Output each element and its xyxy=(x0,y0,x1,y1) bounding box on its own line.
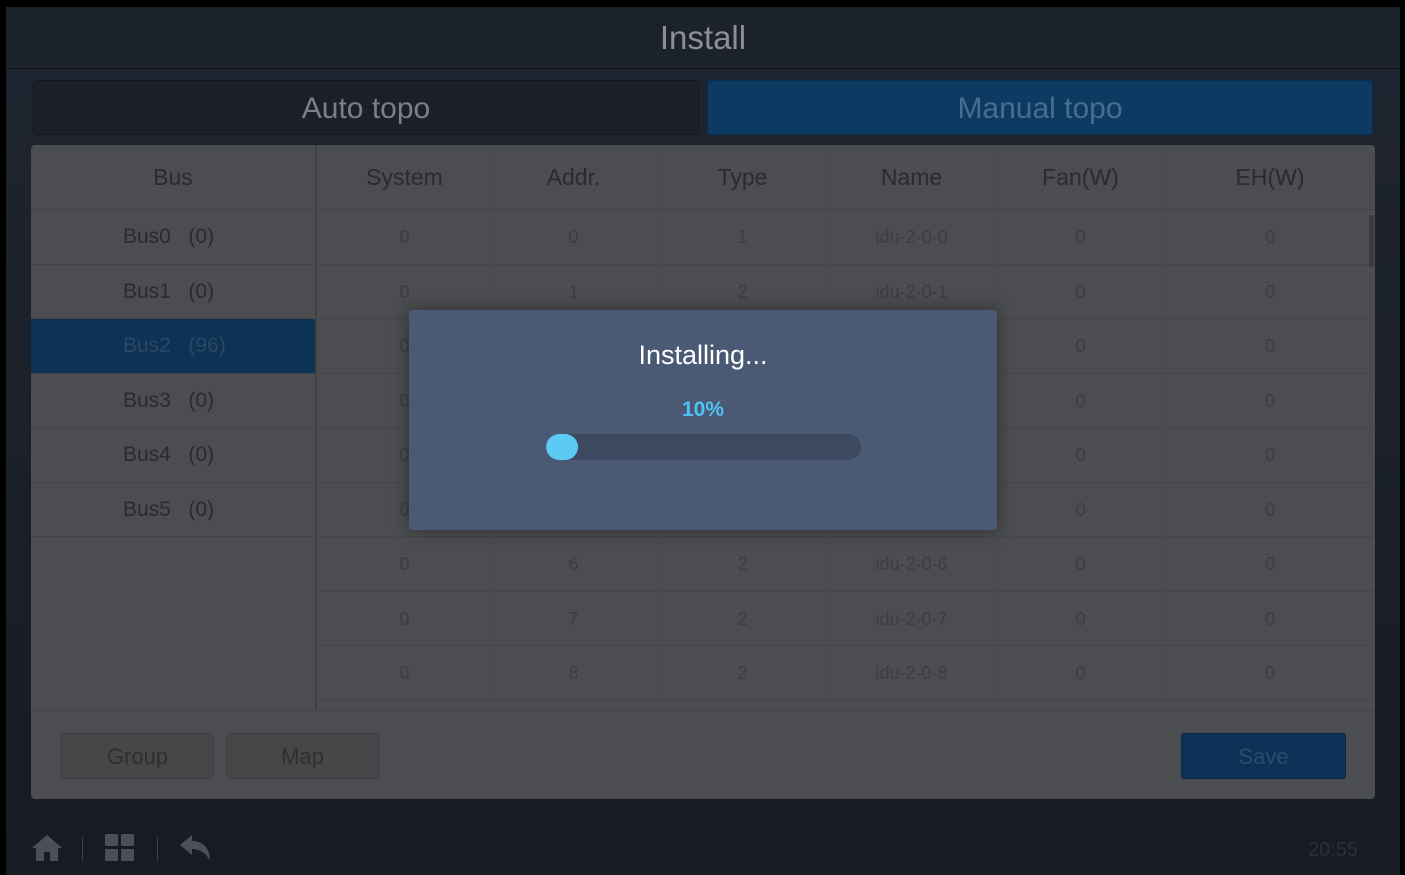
header: Install xyxy=(6,7,1400,69)
progress-bar xyxy=(546,434,861,460)
bus-count: (0) xyxy=(188,279,215,303)
bus-count: (0) xyxy=(188,497,215,521)
tab-auto-topo[interactable]: Auto topo xyxy=(33,80,699,135)
table-cell: 0 xyxy=(491,210,657,264)
table-cell: 0 xyxy=(1264,336,1275,356)
column-header-type: Type xyxy=(657,145,829,209)
tab-manual-topo[interactable]: Manual topo xyxy=(707,80,1373,135)
table-cell: 0 xyxy=(995,482,1167,536)
table-cell: 1 xyxy=(657,210,829,264)
table-cell: 0 xyxy=(995,373,1167,427)
divider xyxy=(31,710,1375,711)
bus-name: Bus1 xyxy=(123,279,171,303)
clock: 20:55 xyxy=(1307,839,1358,861)
table-cell: 0 xyxy=(995,319,1167,373)
home-icon[interactable] xyxy=(30,833,64,868)
bottom-bar: 20:55 xyxy=(6,809,1400,875)
bus-list-header: Bus xyxy=(31,145,315,210)
table-cell: 0 xyxy=(319,537,491,591)
table-cell: 7 xyxy=(491,591,657,645)
column-header-eh: EH(W) xyxy=(1235,164,1305,190)
dialog-title: Installing... xyxy=(638,340,768,370)
bus-name: Bus3 xyxy=(123,388,171,412)
table-cell: idu-2-0-8 xyxy=(829,646,995,700)
bus-item-4[interactable]: Bus4 (0) xyxy=(31,428,315,483)
table-scrollbar[interactable] xyxy=(1369,215,1374,267)
bus-item-0[interactable]: Bus0 (0) xyxy=(31,210,315,265)
table-cell: 8 xyxy=(491,646,657,700)
table-cell: idu-2-0-7 xyxy=(829,591,995,645)
table-cell: 2 xyxy=(657,591,829,645)
table-cell: 2 xyxy=(657,537,829,591)
table-cell: idu-2-0-6 xyxy=(829,537,995,591)
page-title: Install xyxy=(659,19,747,56)
table-row[interactable]: 0 6 2 idu-2-0-6 0 0 xyxy=(319,537,1375,592)
save-button[interactable]: Save xyxy=(1181,733,1346,779)
table-header: System Addr. Type Name Fan(W) EH(W) xyxy=(319,145,1375,210)
grid-icon[interactable] xyxy=(104,833,136,868)
table-cell: 0 xyxy=(1264,499,1275,520)
bus-name: Bus0 xyxy=(123,225,171,248)
bus-list: Bus Bus0 (0) Bus1 (0) Bus2 (96) Bus3 (0)… xyxy=(31,145,317,710)
table-cell: 0 xyxy=(1264,554,1275,574)
bus-name: Bus4 xyxy=(123,443,171,466)
table-cell: 0 xyxy=(319,210,491,264)
table-cell: 0 xyxy=(995,428,1167,482)
table-cell: 0 xyxy=(1264,227,1275,247)
installing-dialog: Installing... 10% xyxy=(409,310,997,530)
table-row[interactable]: 0 8 2 idu-2-0-8 0 0 xyxy=(319,646,1375,701)
bus-count: (0) xyxy=(188,225,215,248)
bus-item-2[interactable]: Bus2 (96) xyxy=(31,319,315,374)
nav-separator xyxy=(82,837,83,861)
table-cell: 0 xyxy=(995,264,1167,318)
bus-count: (0) xyxy=(188,388,215,412)
bus-item-3[interactable]: Bus3 (0) xyxy=(31,374,315,428)
table-cell: 0 xyxy=(1264,445,1275,465)
nav-separator xyxy=(157,837,158,861)
table-cell: idu-2-0-0 xyxy=(829,210,995,264)
bus-name: Bus5 xyxy=(123,497,171,521)
table-cell: 2 xyxy=(657,646,829,700)
column-header-name: Name xyxy=(829,145,995,209)
bus-name: Bus2 xyxy=(123,334,171,357)
bus-count: (96) xyxy=(188,334,226,357)
bus-item-5[interactable]: Bus5 (0) xyxy=(31,483,315,537)
table-cell: 0 xyxy=(319,591,491,645)
topo-tabs: Auto topo Manual topo xyxy=(33,80,1373,135)
table-cell: 0 xyxy=(319,646,491,700)
back-icon[interactable] xyxy=(178,833,212,868)
bus-item-1[interactable]: Bus1 (0) xyxy=(31,265,315,319)
table-cell: 0 xyxy=(995,537,1167,591)
column-header-fan: Fan(W) xyxy=(995,145,1167,209)
table-cell: 0 xyxy=(1264,390,1275,411)
map-button[interactable]: Map xyxy=(226,733,379,779)
progress-fill xyxy=(546,434,578,460)
column-header-addr: Addr. xyxy=(491,145,657,209)
table-cell: 0 xyxy=(1264,608,1275,629)
bus-count: (0) xyxy=(188,443,215,466)
table-cell: 0 xyxy=(1264,663,1275,683)
table-cell: 0 xyxy=(1264,281,1275,302)
table-cell: 0 xyxy=(995,210,1167,264)
table-row[interactable]: 0 0 1 idu-2-0-0 0 0 xyxy=(319,210,1375,265)
table-cell: 0 xyxy=(995,591,1167,645)
table-row[interactable]: 0 7 2 idu-2-0-7 0 0 xyxy=(319,591,1375,646)
table-cell: 0 xyxy=(995,646,1167,700)
column-header-system: System xyxy=(319,145,491,209)
table-cell: 6 xyxy=(491,537,657,591)
group-button[interactable]: Group xyxy=(61,733,214,779)
progress-percent: 10% xyxy=(681,398,725,421)
